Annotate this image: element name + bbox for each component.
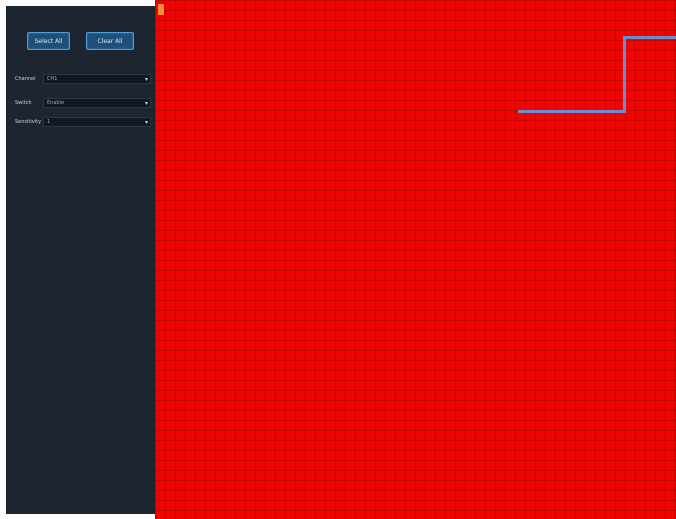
region-boundary-line	[623, 36, 626, 113]
channel-label: Channel	[15, 76, 36, 82]
region-boundary-line	[518, 110, 626, 113]
channel-row: Channel CH1 ▾	[15, 74, 151, 84]
channel-value: CH1	[47, 76, 58, 82]
sensitivity-label: Sensitivity	[15, 119, 42, 125]
sensitivity-row: Sensitivity 1 ▾	[15, 117, 151, 127]
clear-all-button[interactable]: Clear All	[86, 32, 134, 50]
corner-marker-icon	[158, 4, 164, 15]
chevron-down-icon: ▾	[144, 100, 148, 107]
sensitivity-value: 1	[47, 119, 51, 125]
switch-label: Switch	[15, 100, 32, 106]
chevron-down-icon: ▾	[144, 119, 148, 126]
motion-detection-grid[interactable]	[155, 0, 676, 519]
select-all-button[interactable]: Select All	[27, 32, 70, 50]
region-boundary-line	[625, 36, 676, 39]
channel-select[interactable]: CH1 ▾	[43, 74, 151, 84]
switch-value: Enable	[47, 100, 65, 106]
sensitivity-select[interactable]: 1 ▾	[43, 117, 151, 127]
switch-row: Switch Enable ▾	[15, 98, 151, 108]
switch-select[interactable]: Enable ▾	[43, 98, 151, 108]
chevron-down-icon: ▾	[144, 76, 148, 83]
settings-sidebar: Select All Clear All Channel CH1 ▾ Switc…	[6, 6, 155, 514]
